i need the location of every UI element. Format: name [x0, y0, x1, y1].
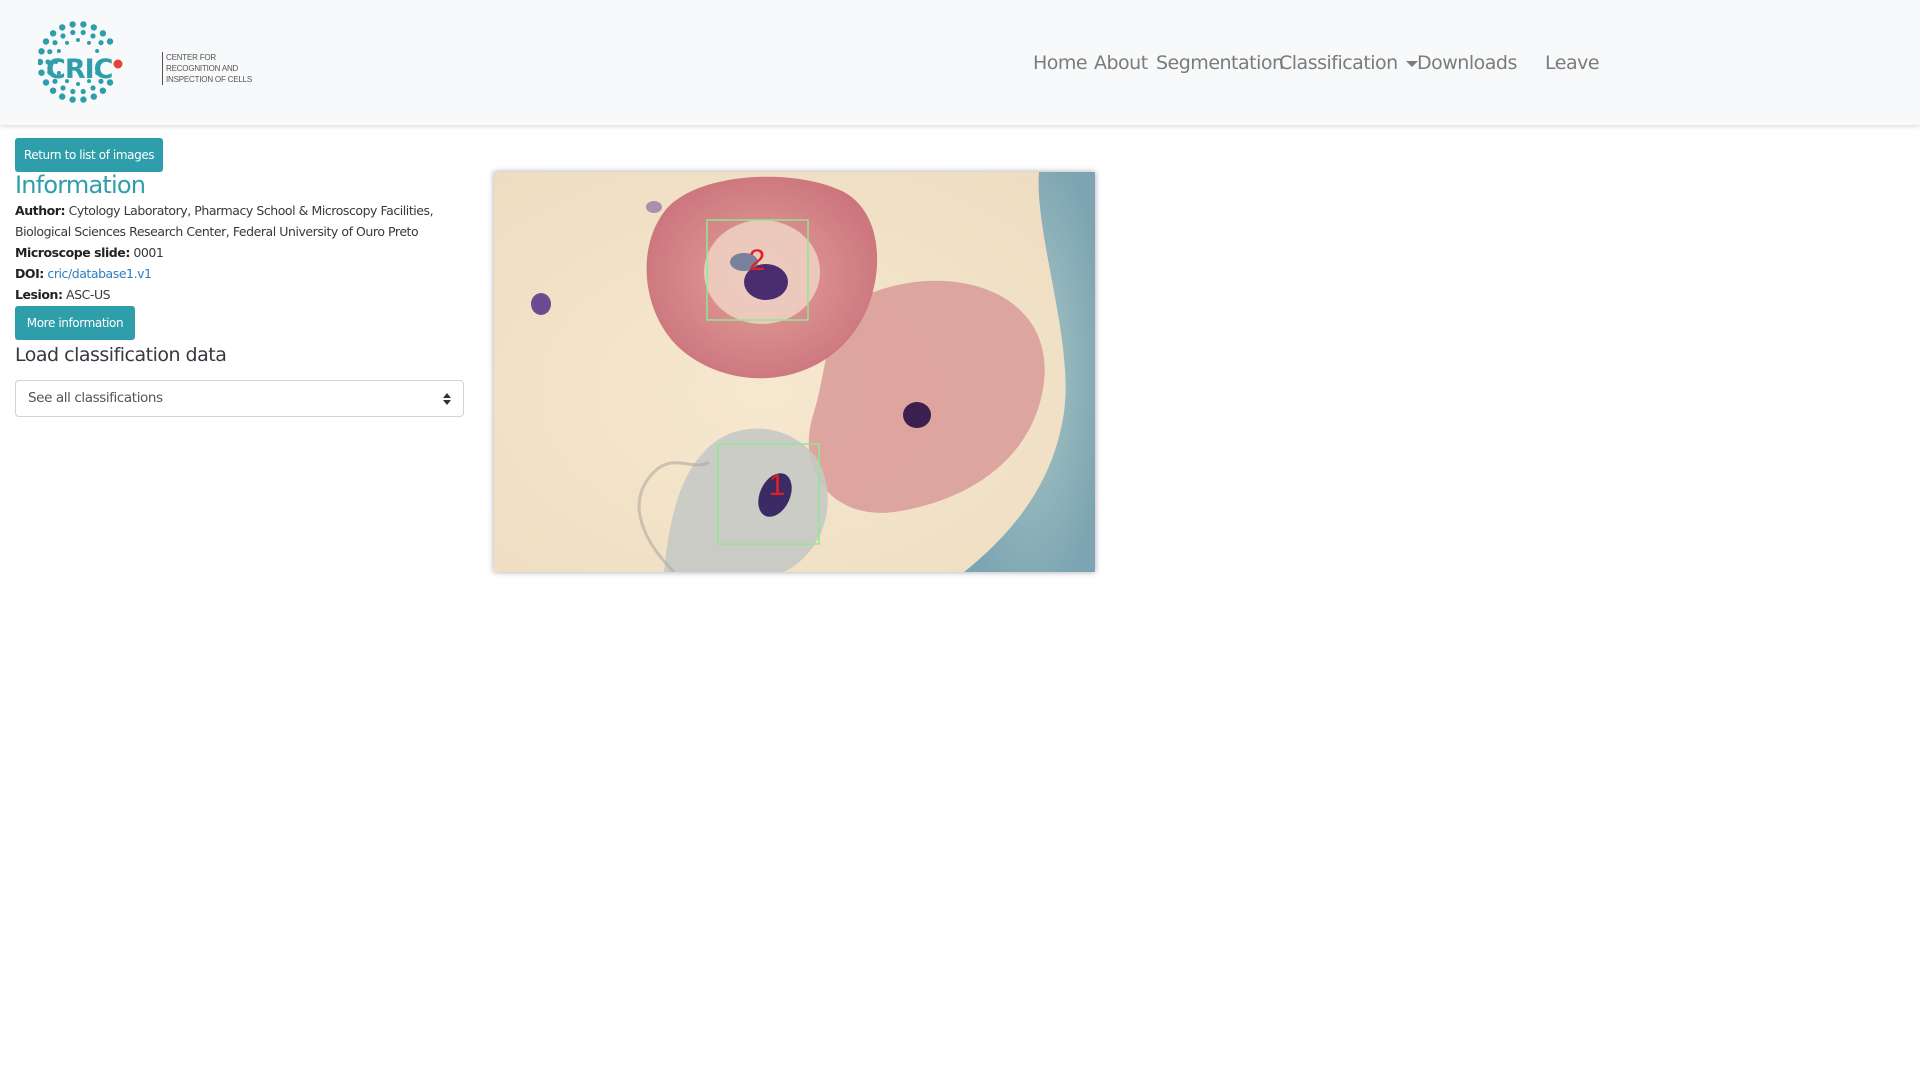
nav-about[interactable]: About [1094, 52, 1148, 74]
lesion-label: Lesion: [15, 287, 63, 302]
doi-link[interactable]: cric/database1.v1 [47, 266, 152, 281]
classification-select-value: See all classifications [28, 390, 163, 406]
nav-classification-label: Classification [1279, 52, 1398, 74]
doi-row: DOI: cric/database1.v1 [15, 263, 455, 284]
author-row: Author: Cytology Laboratory, Pharmacy Sc… [15, 200, 455, 242]
cell-image-viewer[interactable]: 2 1 [494, 172, 1095, 572]
lesion-row: Lesion: ASC-US [15, 284, 455, 305]
nav-segmentation[interactable]: Segmentation [1156, 52, 1284, 74]
nav-home[interactable]: Home [1033, 52, 1088, 74]
cric-logo-dots: CRIC [36, 21, 123, 103]
nav-leave[interactable]: Leave [1545, 52, 1600, 74]
annotation-label-1: 1 [769, 469, 786, 502]
brand-tagline: Center for recognition and inspection of… [162, 52, 266, 85]
author-label: Author: [15, 203, 66, 218]
doi-label: DOI: [15, 266, 44, 281]
logo-wordmark: CRIC [46, 54, 113, 85]
load-classification-heading: Load classification data [15, 344, 227, 366]
lesion-value: ASC-US [66, 287, 111, 302]
logo-red-dot [113, 59, 123, 69]
information-heading: Information [15, 171, 146, 199]
nav-classification-dropdown[interactable]: Classification [1279, 52, 1418, 74]
annotation-label-2: 2 [749, 244, 766, 277]
caret-down-icon [1405, 60, 1418, 67]
more-information-button[interactable]: More information [15, 306, 135, 340]
slide-label: Microscope slide: [15, 245, 130, 260]
top-navbar: CRIC Center for recognition and inspecti… [0, 0, 1920, 125]
author-value: Cytology Laboratory, Pharmacy School & M… [15, 203, 434, 239]
nav-downloads[interactable]: Downloads [1417, 52, 1517, 74]
cric-logo[interactable]: CRIC Center for recognition and inspecti… [36, 20, 252, 106]
slide-value: 0001 [133, 245, 164, 260]
select-arrows-icon [443, 393, 451, 405]
return-to-list-button[interactable]: Return to list of images [15, 138, 163, 172]
slide-row: Microscope slide: 0001 [15, 242, 455, 263]
classification-select[interactable]: See all classifications [15, 380, 464, 417]
microscopy-image: 2 1 [494, 172, 1095, 572]
